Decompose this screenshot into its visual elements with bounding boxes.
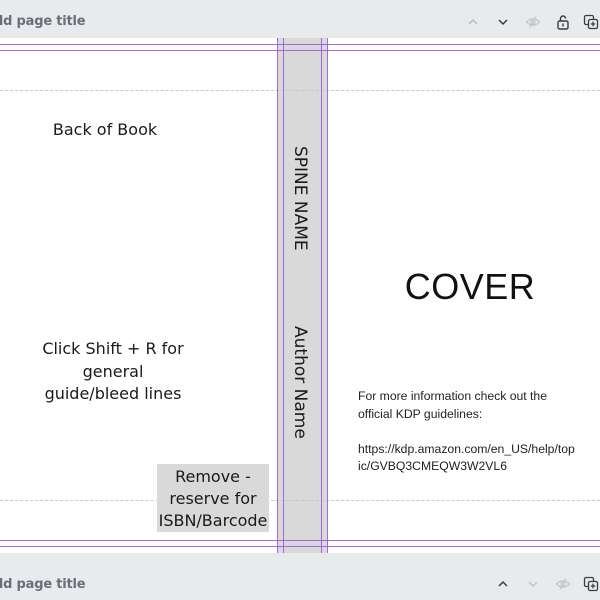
duplicate-page-icon — [583, 14, 599, 30]
chevron-down-icon — [528, 581, 538, 588]
note-line: Click Shift + R for — [42, 339, 184, 358]
hide-page-button[interactable] — [552, 573, 574, 595]
info-url-line: https://kdp.amazon.com/en_US/help/top — [358, 441, 575, 456]
lock-open-icon — [557, 15, 569, 30]
lock-page-button[interactable] — [552, 11, 574, 33]
note-line: ISBN/Barcode — [158, 511, 268, 530]
page-title-input[interactable]: dd page title — [0, 577, 86, 592]
page-title-input[interactable]: dd page title — [0, 14, 86, 29]
info-url-line: ic/GVBQ3CMEQW3W2VL6 — [358, 459, 507, 473]
guide-line — [321, 38, 322, 553]
note-line: guide/bleed lines — [44, 384, 182, 403]
bleed-guide-bottom — [0, 500, 600, 501]
author-name-text[interactable]: Author Name — [290, 326, 310, 439]
page-header-bottom: dd page title — [0, 553, 600, 600]
guide-line — [277, 38, 278, 553]
duplicate-page-button[interactable] — [580, 573, 600, 595]
guide-line — [0, 44, 600, 45]
shift-r-note[interactable]: Click Shift + R for general guide/bleed … — [28, 338, 198, 406]
guide-line — [0, 50, 600, 51]
barcode-note[interactable]: Remove - reserve for ISBN/Barcode — [157, 466, 269, 532]
spine-area — [277, 38, 327, 553]
duplicate-page-button[interactable] — [580, 11, 600, 33]
page-header-top: dd page title — [0, 0, 600, 38]
move-page-down-button[interactable] — [492, 11, 514, 33]
chevron-up-icon — [498, 580, 508, 587]
info-line: official KDP guidelines: — [358, 406, 483, 421]
move-page-up-button[interactable] — [492, 573, 514, 595]
duplicate-page-icon — [583, 576, 599, 592]
info-line: For more information check out the — [358, 389, 547, 403]
eye-hidden-icon — [525, 16, 541, 28]
eye-hidden-icon — [555, 578, 571, 590]
guide-line — [327, 38, 328, 553]
note-line: reserve for — [169, 489, 257, 508]
guide-line — [0, 540, 600, 541]
back-of-book-label[interactable]: Back of Book — [30, 120, 180, 139]
cover-title[interactable]: COVER — [380, 266, 560, 308]
move-page-up-button[interactable] — [462, 11, 484, 33]
note-line: Remove - — [175, 467, 251, 486]
bleed-guide-top — [0, 90, 600, 91]
design-canvas[interactable]: Back of Book Click Shift + R for general… — [0, 38, 600, 553]
spine-name-text[interactable]: SPINE NAME — [290, 146, 310, 251]
move-page-down-button[interactable] — [522, 573, 544, 595]
kdp-info-text[interactable]: For more information check out the offic… — [358, 388, 600, 476]
hide-page-button[interactable] — [522, 11, 544, 33]
note-line: general — [82, 361, 144, 381]
guide-line — [283, 38, 284, 553]
chevron-down-icon — [498, 19, 508, 26]
chevron-up-icon — [468, 18, 478, 25]
guide-line — [0, 546, 600, 547]
